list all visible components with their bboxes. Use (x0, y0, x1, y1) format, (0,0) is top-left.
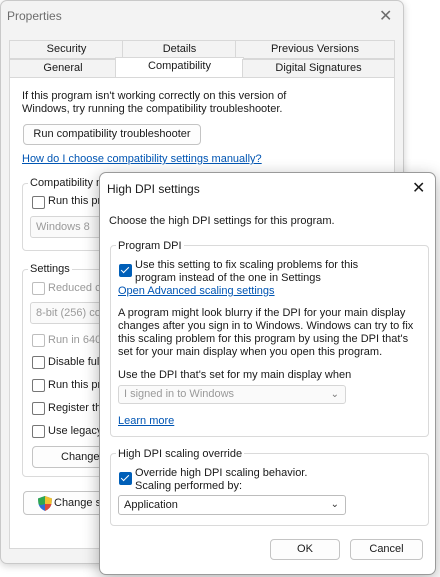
override-label: Override high DPI scaling behavior. (135, 467, 308, 479)
register-restart-label: Register thi (48, 402, 104, 414)
reduced-color-label: Reduced c (48, 282, 101, 294)
tab-general[interactable]: General (9, 59, 117, 78)
dpi-when-select[interactable]: I signed in to Windows ⌄ (118, 385, 346, 404)
compat-mode-label: Compatibility m (28, 177, 108, 189)
disable-fullscreen-checkbox[interactable] (32, 356, 45, 369)
run-troubleshooter-button[interactable]: Run compatibility troubleshooter (23, 124, 201, 145)
intro-text: If this program isn't working correctly … (22, 90, 287, 115)
help-link[interactable]: How do I choose compatibility settings m… (22, 153, 262, 165)
advanced-scaling-link[interactable]: Open Advanced scaling settings (118, 285, 275, 297)
register-restart-checkbox[interactable] (32, 402, 45, 415)
reduced-color-checkbox[interactable] (32, 282, 45, 295)
tab-security[interactable]: Security (9, 40, 124, 59)
shield-icon (38, 496, 52, 511)
tab-compatibility[interactable]: Compatibility (115, 57, 244, 79)
program-dpi-label: Program DPI (116, 240, 184, 252)
window-title: Properties (7, 9, 62, 23)
tab-previous-versions[interactable]: Previous Versions (235, 40, 395, 59)
scaling-performed-select[interactable]: Application ⌄ (118, 495, 346, 515)
chevron-down-icon: ⌄ (330, 389, 339, 400)
tab-digital-signatures[interactable]: Digital Signatures (242, 59, 395, 78)
learn-more-link[interactable]: Learn more (118, 415, 174, 427)
change-settings-label: Change s (54, 497, 102, 509)
close-icon[interactable]: ✕ (412, 178, 425, 198)
high-dpi-dialog: High DPI settings ✕ Choose the high DPI … (99, 172, 436, 575)
run-compat-checkbox[interactable] (32, 196, 45, 209)
dialog-subtitle: Choose the high DPI settings for this pr… (109, 215, 335, 227)
override-group-label: High DPI scaling override (116, 448, 245, 460)
run-640-label: Run in 640 (48, 334, 102, 346)
run-640-checkbox[interactable] (32, 334, 45, 347)
override-checkbox[interactable] (119, 472, 132, 485)
dialog-title: High DPI settings (107, 182, 200, 196)
scaling-by-label: Scaling performed by: (135, 480, 242, 492)
use-setting-label: Use this setting to fix scaling problems… (135, 259, 359, 284)
run-as-admin-checkbox[interactable] (32, 379, 45, 392)
run-compat-label: Run this pr (48, 195, 102, 207)
use-legacy-checkbox[interactable] (32, 425, 45, 438)
chevron-down-icon: ⌄ (330, 499, 339, 510)
run-as-admin-label: Run this pr (48, 379, 102, 391)
close-icon[interactable]: ✕ (379, 6, 392, 26)
use-setting-checkbox[interactable] (119, 264, 132, 277)
cancel-button[interactable]: Cancel (350, 539, 423, 560)
blurry-explanation: A program might look blurry if the DPI f… (118, 307, 414, 358)
use-legacy-label: Use legacy (48, 425, 103, 437)
use-dpi-label: Use the DPI that's set for my main displ… (118, 369, 352, 381)
scaling-performed-value: Application (124, 499, 178, 511)
ok-button[interactable]: OK (270, 539, 340, 560)
dpi-when-value: I signed in to Windows (124, 388, 235, 400)
disable-fullscreen-label: Disable full (48, 356, 102, 368)
settings-label: Settings (28, 263, 72, 275)
